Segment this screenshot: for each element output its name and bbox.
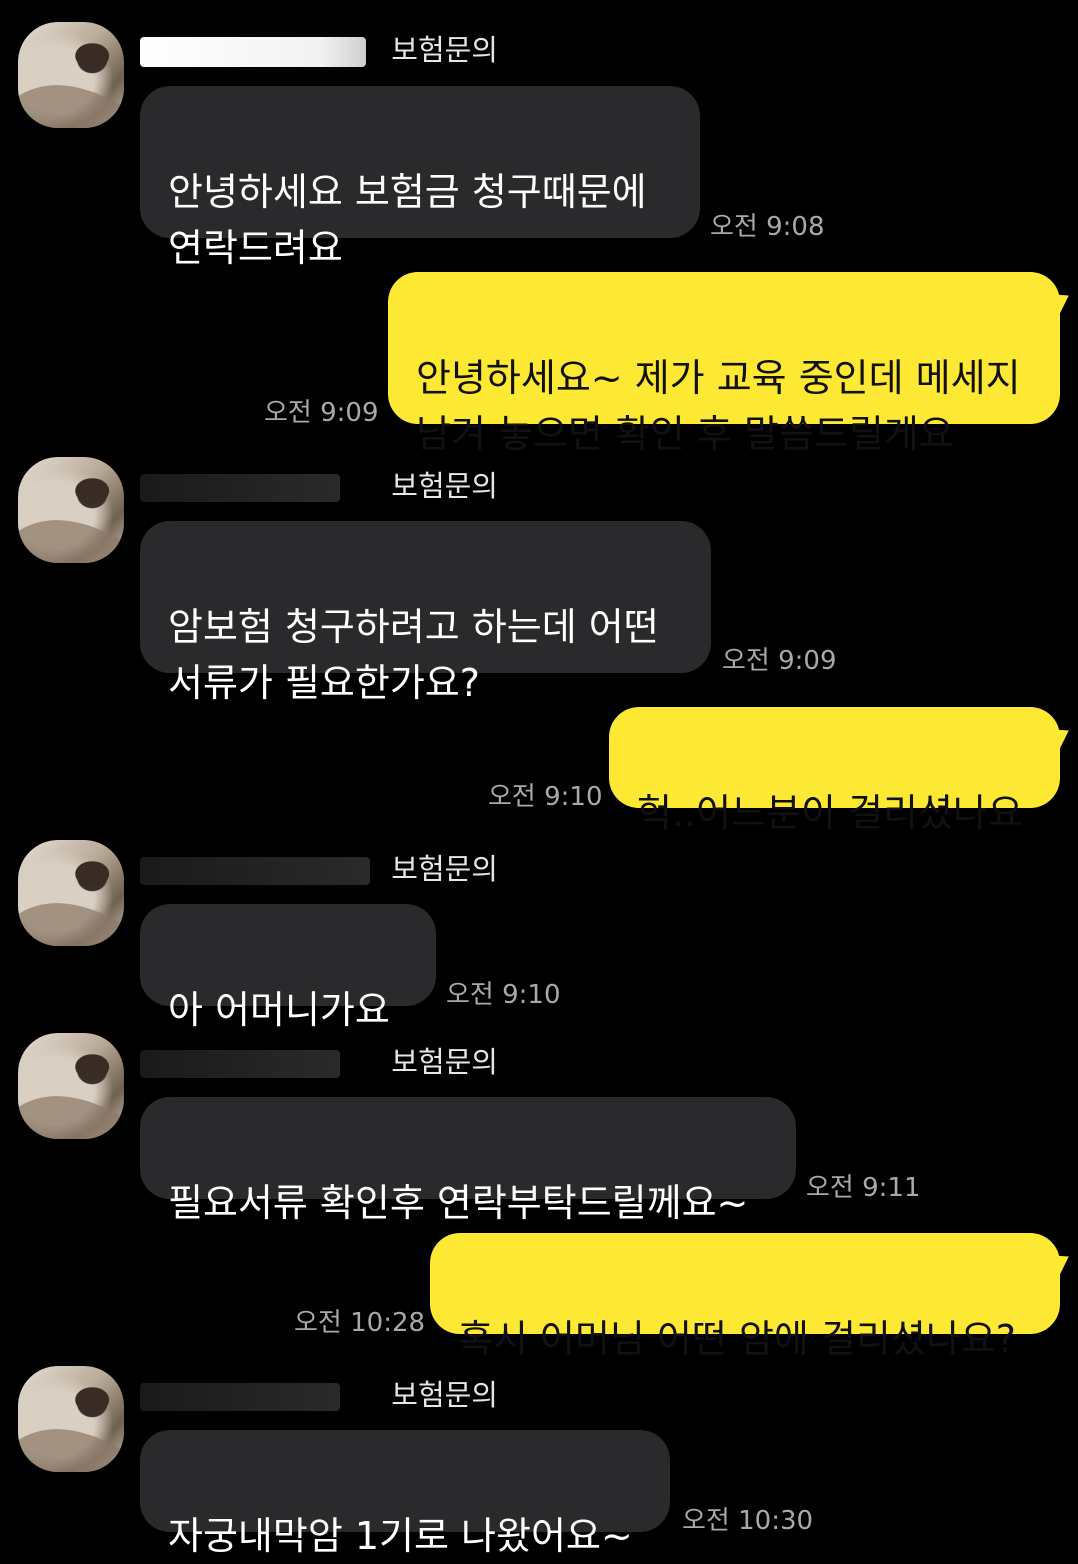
message-text: 자궁내막암 1기로 나왔어요~ bbox=[168, 1514, 633, 1558]
message-bubble-incoming[interactable]: 안녕하세요 보험금 청구때문에 연락드려요 bbox=[140, 86, 700, 270]
redacted-name bbox=[140, 474, 340, 502]
message-bubble-incoming[interactable]: 암보험 청구하려고 하는데 어떤 서류가 필요한가요? bbox=[140, 521, 711, 705]
sender-name: 보험문의 bbox=[140, 849, 520, 889]
avatar-photo-icon bbox=[18, 1054, 124, 1139]
message-timestamp: 오전 9:08 bbox=[710, 212, 825, 242]
message-timestamp: 오전 9:10 bbox=[446, 980, 561, 1010]
message-timestamp: 오전 10:28 bbox=[294, 1308, 426, 1338]
message-bubble-incoming[interactable]: 필요서류 확인후 연락부탁드릴께요~ bbox=[140, 1097, 796, 1225]
message-bubble-outgoing[interactable]: 안녕하세요~ 제가 교육 중인데 메세지 남겨 놓으면 확인 후 말씀드릴게요 bbox=[388, 272, 1060, 456]
sender-name-suffix: 보험문의 bbox=[391, 469, 498, 503]
sender-name-suffix: 보험문의 bbox=[391, 33, 498, 67]
message-text: 필요서류 확인후 연락부탁드릴께요~ bbox=[168, 1181, 749, 1225]
sender-avatar[interactable] bbox=[18, 1033, 124, 1139]
message-timestamp: 오전 9:09 bbox=[722, 646, 837, 676]
redacted-name bbox=[140, 1050, 340, 1078]
sender-avatar[interactable] bbox=[18, 22, 124, 128]
message-text: 헉..어느분이 걸리셨나요 bbox=[637, 791, 1023, 835]
message-text: 암보험 청구하려고 하는데 어떤 서류가 필요한가요? bbox=[168, 605, 659, 705]
message-timestamp: 오전 9:10 bbox=[488, 782, 603, 812]
avatar-photo-icon bbox=[18, 1387, 124, 1472]
message-bubble-incoming[interactable]: 자궁내막암 1기로 나왔어요~ bbox=[140, 1430, 670, 1558]
message-timestamp: 오전 10:30 bbox=[682, 1506, 814, 1536]
sender-name: 보험문의 bbox=[140, 1375, 520, 1415]
sender-name: 보험문의 bbox=[140, 1042, 520, 1082]
sender-name: 보험문의 bbox=[140, 30, 520, 70]
message-text: 아 어머니가요 bbox=[168, 988, 390, 1032]
sender-name-suffix: 보험문의 bbox=[391, 1045, 498, 1079]
avatar-photo-icon bbox=[18, 478, 124, 563]
sender-name-suffix: 보험문의 bbox=[391, 1378, 498, 1412]
message-text: 안녕하세요 보험금 청구때문에 연락드려요 bbox=[168, 170, 647, 270]
message-bubble-outgoing[interactable]: 헉..어느분이 걸리셨나요 bbox=[609, 707, 1060, 835]
sender-avatar[interactable] bbox=[18, 1366, 124, 1472]
message-timestamp: 오전 9:09 bbox=[264, 398, 379, 428]
message-bubble-incoming[interactable]: 아 어머니가요 bbox=[140, 904, 436, 1032]
redacted-name bbox=[140, 37, 366, 67]
message-text: 혹시 어머님 어떤 암에 걸리셨나요? bbox=[458, 1317, 1016, 1361]
message-timestamp: 오전 9:11 bbox=[806, 1173, 921, 1203]
avatar-photo-icon bbox=[18, 861, 124, 946]
message-bubble-outgoing[interactable]: 혹시 어머님 어떤 암에 걸리셨나요? bbox=[430, 1233, 1060, 1361]
redacted-name bbox=[140, 1383, 340, 1411]
redacted-name bbox=[140, 857, 370, 885]
avatar-photo-icon bbox=[18, 43, 124, 128]
sender-avatar[interactable] bbox=[18, 840, 124, 946]
sender-avatar[interactable] bbox=[18, 457, 124, 563]
sender-name: 보험문의 bbox=[140, 466, 520, 506]
sender-name-suffix: 보험문의 bbox=[391, 852, 498, 886]
message-text: 안녕하세요~ 제가 교육 중인데 메세지 남겨 놓으면 확인 후 말씀드릴게요 bbox=[416, 356, 1021, 456]
